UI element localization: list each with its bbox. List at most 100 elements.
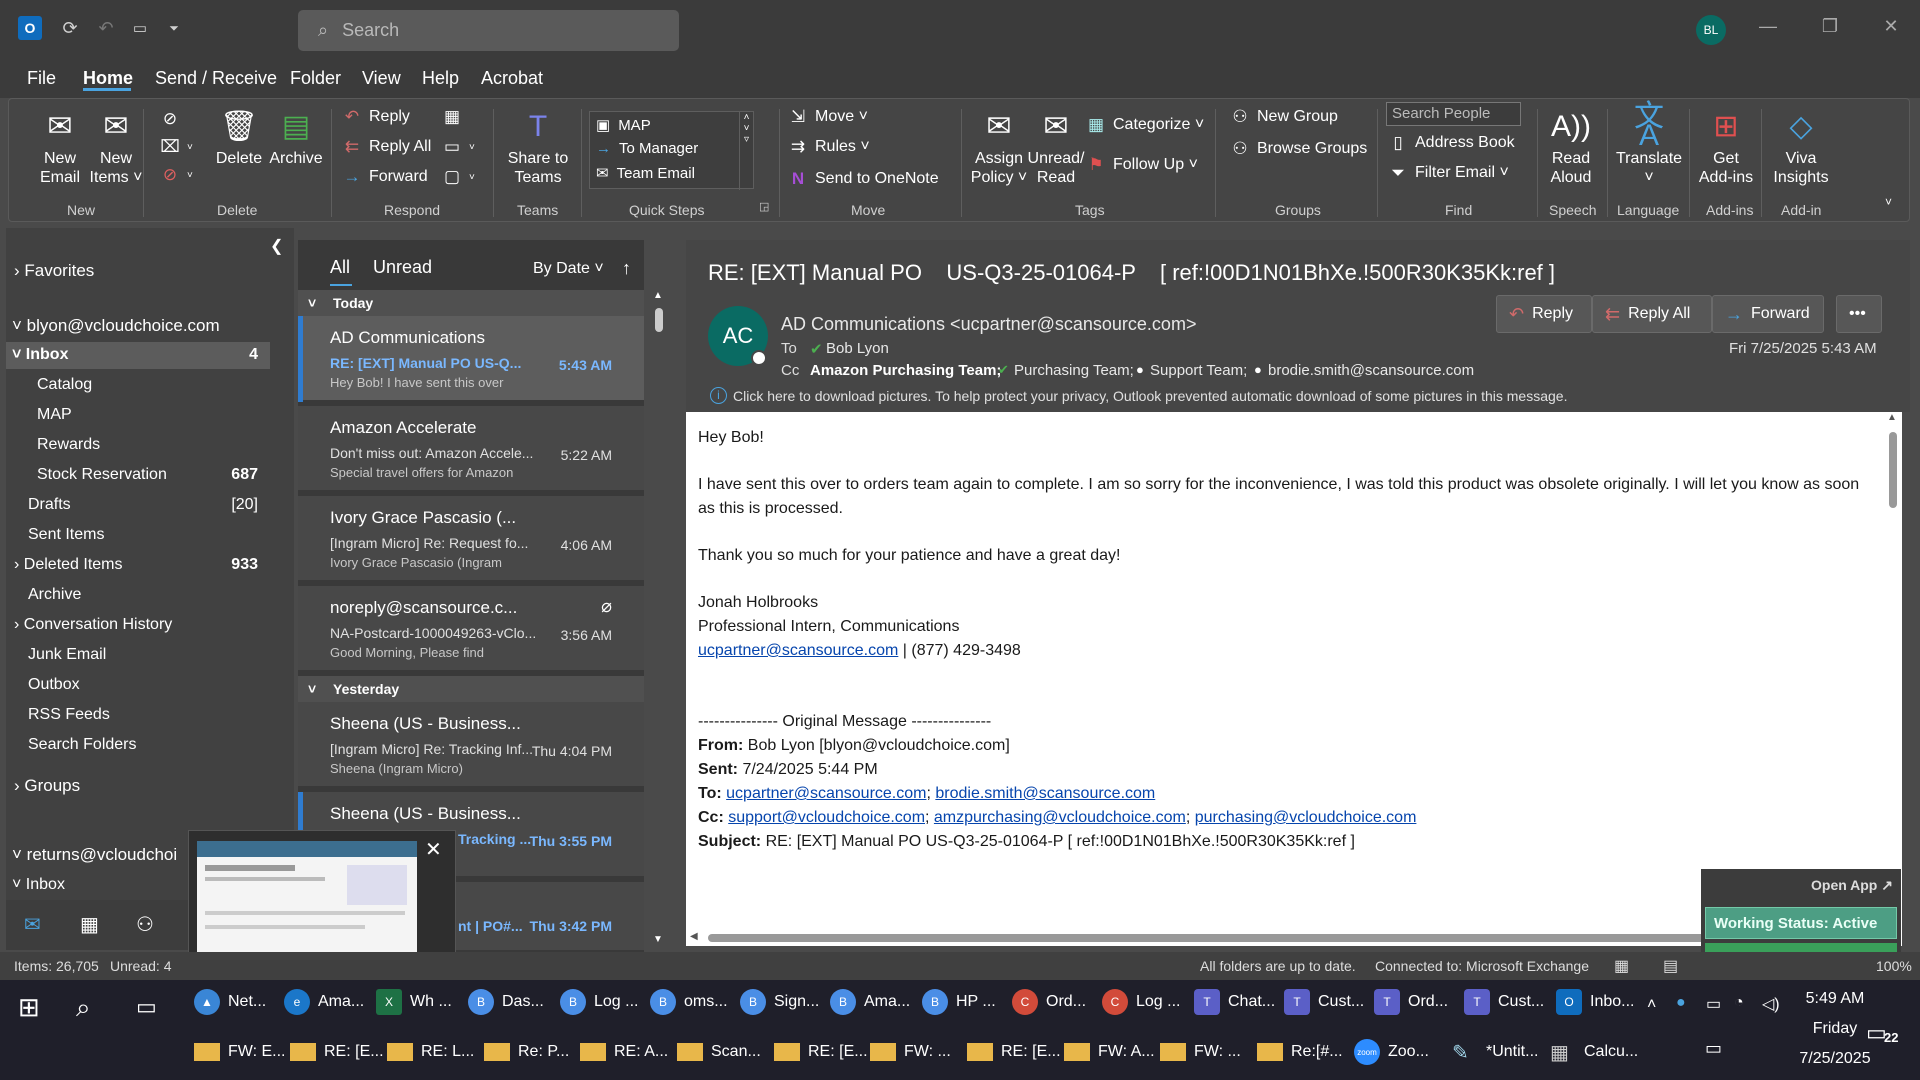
people-icon[interactable]: ⚇ xyxy=(136,912,154,937)
quick-step-team-email[interactable]: ✉ Team Email xyxy=(596,164,695,183)
folder-stock-reservation[interactable]: Stock Reservation xyxy=(37,466,167,484)
groups-toggle[interactable]: › Groups xyxy=(14,776,80,796)
scroll-thumb[interactable] xyxy=(708,934,1808,942)
address-book-button[interactable]: ▯ Address Book xyxy=(1387,133,1514,153)
taskbar-app[interactable]: C Log ... xyxy=(1102,980,1180,1024)
get-add-ins-button[interactable]: ⊞ Get Add-ins xyxy=(1693,107,1759,187)
menu-acrobat[interactable]: Acrobat xyxy=(481,68,543,89)
taskbar-app[interactable]: B Das... xyxy=(468,980,544,1024)
wifi-icon[interactable]: ◔ xyxy=(1734,994,1744,1012)
im-button[interactable]: ▭ ˅ xyxy=(441,137,475,157)
scroll-thumb[interactable] xyxy=(655,308,663,332)
account2-header[interactable]: ˅ returns@vcloudchoi xyxy=(12,845,177,865)
scroll-up-icon[interactable]: ▲ xyxy=(653,290,663,301)
taskbar-window[interactable]: ✎ *Untit... xyxy=(1452,1030,1538,1074)
folder-drafts[interactable]: Drafts xyxy=(28,496,71,514)
normal-view-icon[interactable]: ▦ xyxy=(1614,956,1629,976)
folder-rss-feeds[interactable]: RSS Feeds xyxy=(28,706,110,724)
taskbar-app[interactable]: ▲ Net... xyxy=(194,980,266,1024)
categorize-button[interactable]: ▦ Categorize ˅ xyxy=(1085,115,1204,135)
taskbar-app[interactable]: Boms... xyxy=(650,980,728,1024)
folder-catalog[interactable]: Catalog xyxy=(37,376,92,394)
ribbon-collapse-icon[interactable]: ˅ xyxy=(1885,195,1892,209)
taskbar-window[interactable]: FW: E... xyxy=(194,1030,285,1074)
show-hidden-icons-icon[interactable]: ˄ xyxy=(1647,996,1656,1014)
cc-recipient[interactable]: brodie.smith@scansource.com xyxy=(1268,362,1474,379)
scroll-down-icon[interactable]: ▼ xyxy=(653,934,663,945)
close-icon[interactable]: ✕ xyxy=(1876,16,1906,42)
customize-toolbar-icon[interactable]: ⏷ xyxy=(162,16,186,40)
scroll-thumb[interactable] xyxy=(1889,432,1897,508)
task-view-icon[interactable]: ▭ xyxy=(136,994,157,1020)
search-box[interactable]: ⌕ Search xyxy=(298,10,679,51)
scroll-up-icon[interactable]: ▲ xyxy=(1887,412,1897,423)
window-icon[interactable]: ▭ xyxy=(128,16,152,40)
taskbar-window[interactable]: RE: L... xyxy=(387,1030,474,1074)
download-pictures-infobar[interactable]: Click here to download pictures. To help… xyxy=(733,388,1567,404)
search-icon[interactable]: ⌕ xyxy=(76,992,91,1024)
signature-email-link[interactable]: ucpartner@scansource.com xyxy=(698,642,898,659)
taskbar-app[interactable]: e Ama... xyxy=(284,980,364,1024)
menu-folder[interactable]: Folder xyxy=(290,68,341,89)
taskbar-window[interactable]: Scan... xyxy=(677,1030,761,1074)
minimize-icon[interactable]: — xyxy=(1753,16,1783,42)
folder-conversation-history[interactable]: › Conversation History xyxy=(14,616,172,634)
scroll-left-icon[interactable]: ◀ xyxy=(690,931,698,942)
folder-rewards[interactable]: Rewards xyxy=(37,436,100,454)
sort-arrow-icon[interactable]: ↑ xyxy=(622,258,631,279)
dialog-launcher-icon[interactable]: ◲ xyxy=(759,200,769,213)
quick-steps-scroll[interactable]: ˄ ˅ ▿ xyxy=(739,112,753,190)
working-status-badge[interactable]: Working Status: Active xyxy=(1705,907,1897,939)
undo-icon[interactable]: ↶ xyxy=(94,16,118,40)
email-from[interactable]: AD Communications <ucpartner@scansource.… xyxy=(781,314,1196,335)
folder-search-folders[interactable]: Search Folders xyxy=(28,736,137,754)
group-header-yesterday[interactable]: ˅ Yesterday xyxy=(298,676,644,702)
unread-read-button[interactable]: ✉ Unread/ Read xyxy=(1021,107,1091,187)
rules-button[interactable]: ⇉ Rules ˅ xyxy=(787,137,870,157)
sync-icon[interactable]: ⟳ xyxy=(58,16,82,40)
mail-icon[interactable]: ✉ xyxy=(24,912,41,937)
taskbar-window[interactable]: ▦ Calcu... xyxy=(1550,1030,1638,1074)
cc-recipient[interactable]: Purchasing Team; xyxy=(1014,362,1134,379)
menu-help[interactable]: Help xyxy=(422,68,459,89)
taskbar-app[interactable]: B HP ... xyxy=(922,980,996,1024)
read-aloud-button[interactable]: A)) Read Aloud xyxy=(1539,107,1603,187)
taskbar-window[interactable]: RE: A... xyxy=(580,1030,668,1074)
close-icon[interactable]: ✕ xyxy=(425,837,442,862)
taskbar-window[interactable]: Re:[#... xyxy=(1257,1030,1343,1074)
reading-view-icon[interactable]: ▤ xyxy=(1663,956,1678,976)
more-actions-button[interactable]: ••• xyxy=(1836,295,1882,333)
cc-recipient[interactable]: Amazon Purchasing Team; xyxy=(810,362,1001,379)
forward-button[interactable]: → Forward xyxy=(341,167,428,187)
desktop-icon[interactable]: ▭ xyxy=(1705,1038,1722,1059)
quick-step-map[interactable]: ▣ MAP xyxy=(596,116,651,135)
search-people-input[interactable]: Search People xyxy=(1386,102,1521,126)
folder-sent-items[interactable]: Sent Items xyxy=(28,526,104,544)
folder-inbox[interactable]: ˅ Inbox xyxy=(12,346,68,364)
new-group-button[interactable]: ⚇ New Group xyxy=(1229,107,1338,127)
more-respond-button[interactable]: ▢ ˅ xyxy=(441,167,475,187)
quick-step-to-manager[interactable]: → To Manager xyxy=(596,140,698,157)
taskbar-window[interactable]: FW: A... xyxy=(1064,1030,1155,1074)
list-item[interactable]: Sheena (US - Business... [Ingram Micro] … xyxy=(298,702,644,788)
forward-button[interactable]: → Forward xyxy=(1712,295,1824,333)
menu-view[interactable]: View xyxy=(362,68,401,89)
taskbar-app[interactable]: X Wh ... xyxy=(376,980,452,1024)
email-link[interactable]: ucpartner@scansource.com xyxy=(726,785,926,802)
battery-icon[interactable]: ▭ xyxy=(1706,994,1721,1014)
taskbar-app[interactable]: C Ord... xyxy=(1012,980,1086,1024)
taskbar-window[interactable]: RE: [E... xyxy=(774,1030,868,1074)
ignore-button[interactable]: ⊘ xyxy=(159,109,187,129)
taskbar-app[interactable]: T Ord... xyxy=(1374,980,1448,1024)
account-header[interactable]: ˅ blyon@vcloudchoice.com xyxy=(12,316,220,336)
browse-groups-button[interactable]: ⚇ Browse Groups xyxy=(1229,139,1367,159)
taskbar-app[interactable]: T Cust... xyxy=(1284,980,1364,1024)
share-to-teams-button[interactable]: T Share to Teams xyxy=(503,107,573,187)
to-recipient[interactable]: Bob Lyon xyxy=(826,340,889,357)
move-button[interactable]: ⇲ Move ˅ xyxy=(787,107,868,127)
taskbar-window[interactable]: FW: ... xyxy=(870,1030,951,1074)
avatar[interactable]: BL xyxy=(1696,15,1726,45)
translate-button[interactable]: 文A Translate ˅ xyxy=(1607,102,1691,187)
zoom-level[interactable]: 100% xyxy=(1876,958,1912,974)
menu-file[interactable]: File xyxy=(27,68,56,89)
